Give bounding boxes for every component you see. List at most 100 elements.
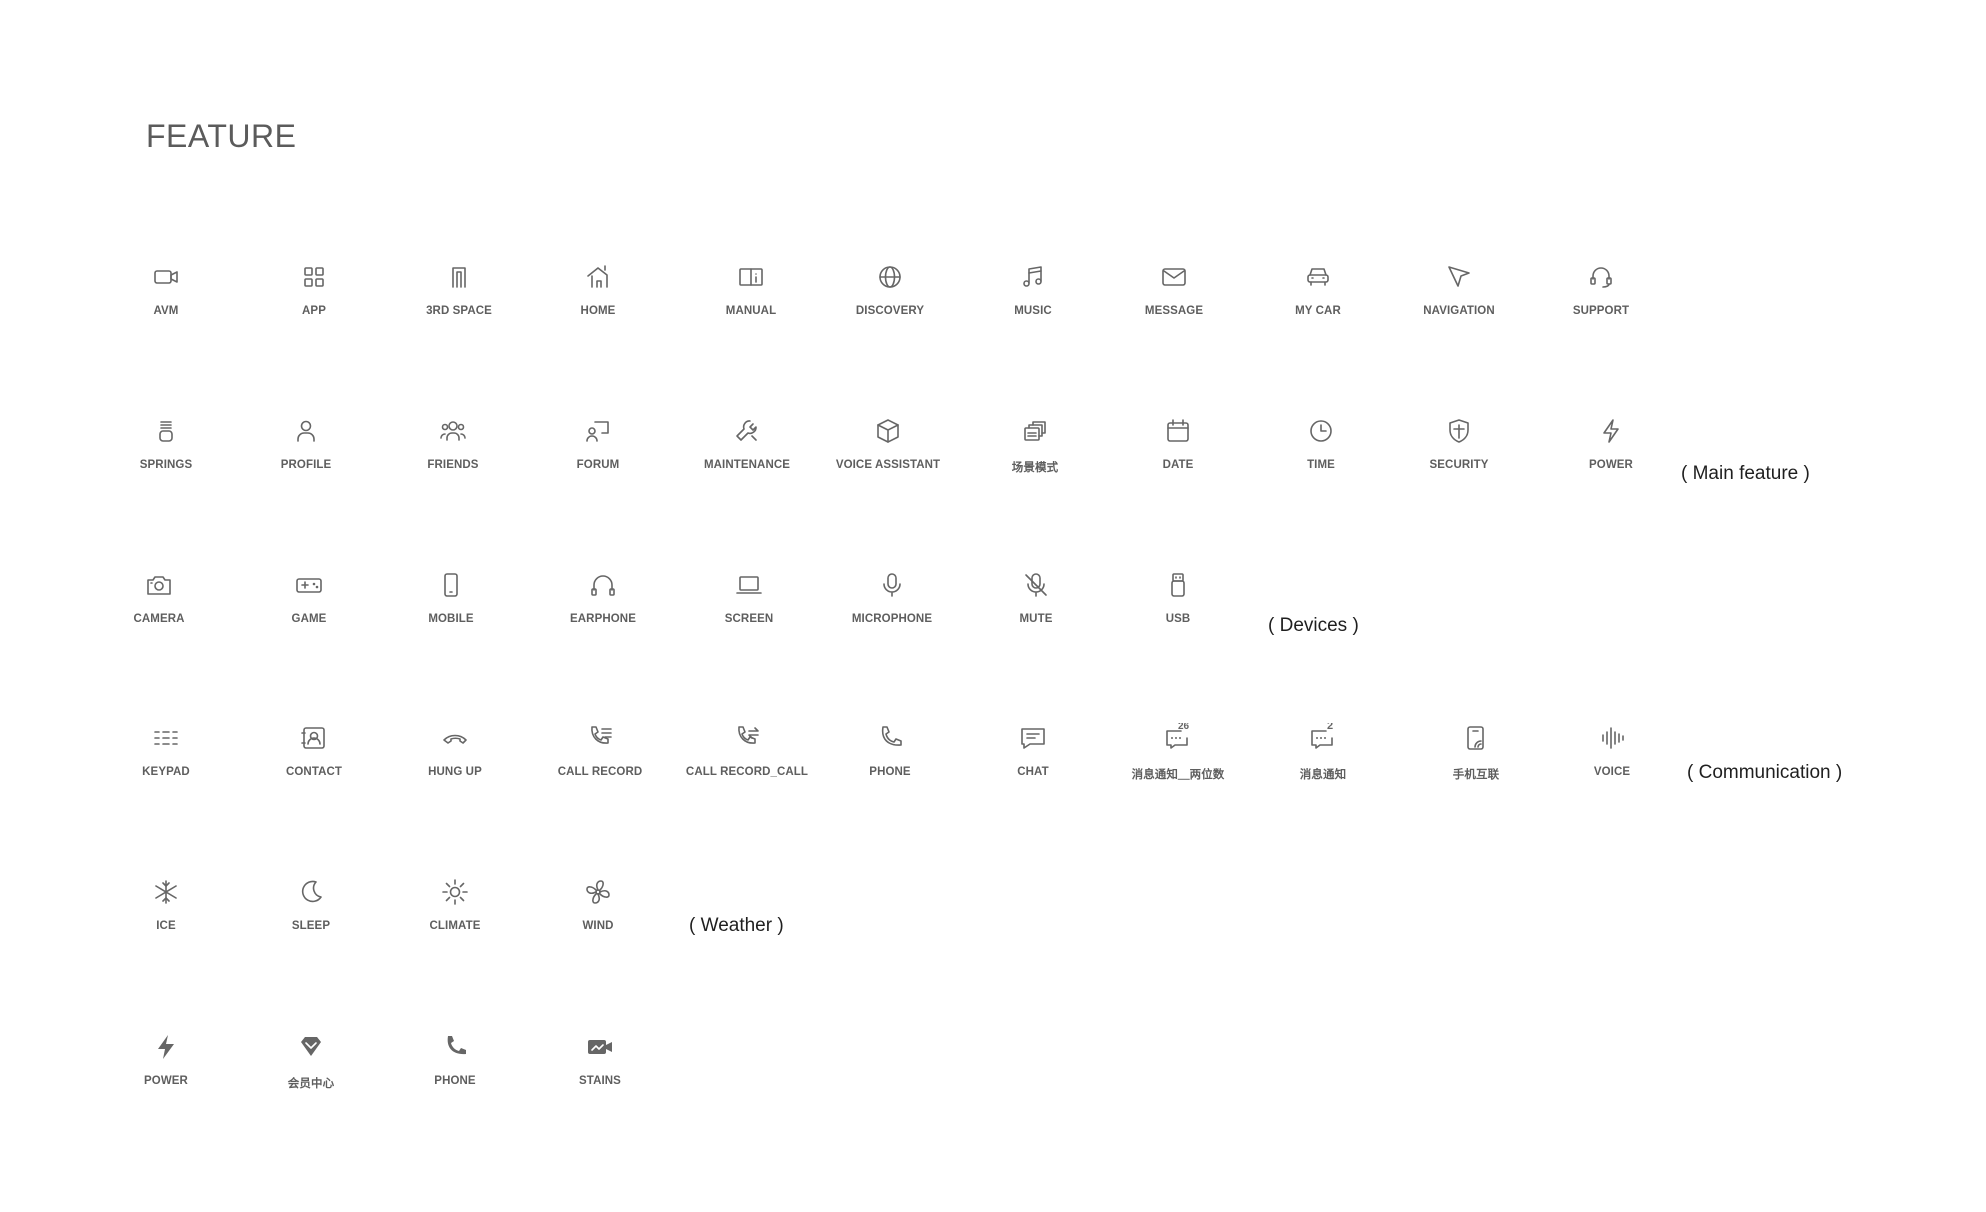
moon-icon (301, 880, 322, 903)
icon-tile: 3RD SPACE (384, 262, 534, 317)
usb-icon (1171, 573, 1185, 597)
scene-layers-icon (1024, 421, 1046, 441)
group-label: ( Devices ) (1268, 615, 1359, 636)
icon-label: MESSAGE (1144, 305, 1204, 317)
icon-label: MAINTENANCE (703, 459, 791, 471)
icon-label: CONTACT (285, 766, 343, 778)
icon-tile: DISCOVERY (815, 262, 965, 317)
icon-label: MY CAR (1295, 305, 1341, 317)
icon-tile: SUPPORT (1526, 262, 1676, 317)
forum-icon (586, 421, 609, 442)
earphone-icon (591, 575, 615, 596)
icon-label: MUTE (1019, 613, 1053, 625)
sun-icon (442, 879, 468, 905)
icon-tile: MANUAL (676, 262, 826, 317)
icon-tile: 会员中心 (236, 1032, 386, 1091)
icon-tile: MUTE (961, 570, 1111, 625)
icon-tile: KEYPAD (91, 723, 241, 778)
keypad-icon (154, 731, 178, 745)
user-icon (297, 420, 315, 442)
icon-tile: POWER (91, 1032, 241, 1087)
cube-icon (877, 419, 899, 443)
icon-label: SLEEP (291, 920, 331, 932)
video-camera-icon (154, 270, 178, 284)
icon-tile: SECURITY (1384, 416, 1534, 471)
lightning-icon (1603, 419, 1619, 443)
icon-tile: CALL RECORD_CALL (672, 723, 822, 778)
home-icon (587, 265, 608, 288)
icon-label: PHONE (869, 766, 911, 778)
icon-label: MANUAL (725, 305, 777, 317)
icon-label: 消息通知＿两位数 (1131, 769, 1225, 781)
navigation-arrow-icon (1448, 266, 1470, 287)
mobile-icon (444, 573, 458, 597)
icon-label: VOICE (1593, 766, 1631, 778)
icon-tile: 场景模式 (960, 416, 1110, 475)
microphone-icon (883, 573, 901, 597)
icon-tile: VOICE (1537, 723, 1687, 778)
icon-label: SPRINGS (139, 459, 193, 471)
icon-tile: PROFILE (231, 416, 381, 471)
music-note-icon (1023, 266, 1042, 287)
icon-label: 手机互联 (1452, 769, 1500, 781)
icon-tile: FORUM (523, 416, 673, 471)
icon-tile: CAMERA (84, 570, 234, 625)
icon-label: VOICE ASSISTANT (835, 459, 941, 471)
icon-label: PROFILE (280, 459, 332, 471)
icon-label: HOME (580, 305, 616, 317)
icon-tile: POWER (1536, 416, 1686, 471)
icon-label: PHONE (434, 1075, 476, 1087)
icon-label: NAVIGATION (1423, 305, 1495, 317)
icon-tile: MESSAGE (1099, 262, 1249, 317)
icon-label: USB (1165, 613, 1191, 625)
group-label: ( Weather ) (689, 915, 784, 936)
icon-label: 场景模式 (1011, 462, 1059, 474)
wrench-icon (736, 420, 757, 441)
badge-count: 26 (1178, 723, 1190, 732)
icon-tile: MOBILE (376, 570, 526, 625)
icon-label: EARPHONE (570, 613, 636, 625)
icon-label: CALL RECORD (557, 766, 643, 778)
group-label: ( Main feature ) (1681, 463, 1810, 484)
video-solid-icon (588, 1040, 612, 1054)
icon-label: MOBILE (428, 613, 474, 625)
icon-tile: WIND (523, 877, 673, 932)
icon-label: CAMERA (133, 613, 185, 625)
icon-label: 3RD SPACE (426, 305, 492, 317)
icon-tile: MAINTENANCE (672, 416, 822, 471)
icon-label: CALL RECORD_CALL (685, 766, 809, 778)
icon-tile: 2 消息通知 (1248, 723, 1398, 782)
icon-tile: NAVIGATION (1384, 262, 1534, 317)
icon-tile: USB (1103, 570, 1253, 625)
contact-card-icon (301, 727, 325, 749)
icon-tile: MICROPHONE (817, 570, 967, 625)
phone-link-icon (1467, 726, 1484, 750)
shield-icon (1449, 419, 1469, 443)
phone-solid-icon (447, 1036, 466, 1055)
icon-label: MICROPHONE (851, 613, 933, 625)
phone-icon (881, 726, 902, 746)
app-grid-icon (304, 267, 324, 287)
mic-mute-icon (1025, 573, 1047, 597)
third-space-icon (452, 267, 466, 288)
icon-tile: VOICE ASSISTANT (813, 416, 963, 471)
hang-up-icon (443, 734, 467, 744)
fan-icon (586, 880, 610, 904)
icon-tile: HOME (523, 262, 673, 317)
icon-tile: PHONE (815, 723, 965, 778)
icon-label: STAINS (579, 1075, 621, 1087)
icon-tile: STAINS (525, 1032, 675, 1087)
icon-label: FRIENDS (427, 459, 479, 471)
icon-label: GAME (291, 613, 327, 625)
manual-book-icon (739, 268, 763, 286)
icon-tile: ICE (91, 877, 241, 932)
laptop-icon (736, 576, 762, 594)
headset-icon (1590, 267, 1612, 288)
icon-row: ICE SLEEP CLIMATE WIND (0, 877, 1986, 997)
envelope-icon (1162, 268, 1186, 286)
snowflake-icon (155, 880, 177, 904)
voice-wave-icon (1602, 727, 1624, 749)
icon-tile: 26 消息通知＿两位数 (1103, 723, 1253, 782)
diamond-icon (301, 1037, 321, 1056)
icon-label: SUPPORT (1572, 305, 1630, 317)
